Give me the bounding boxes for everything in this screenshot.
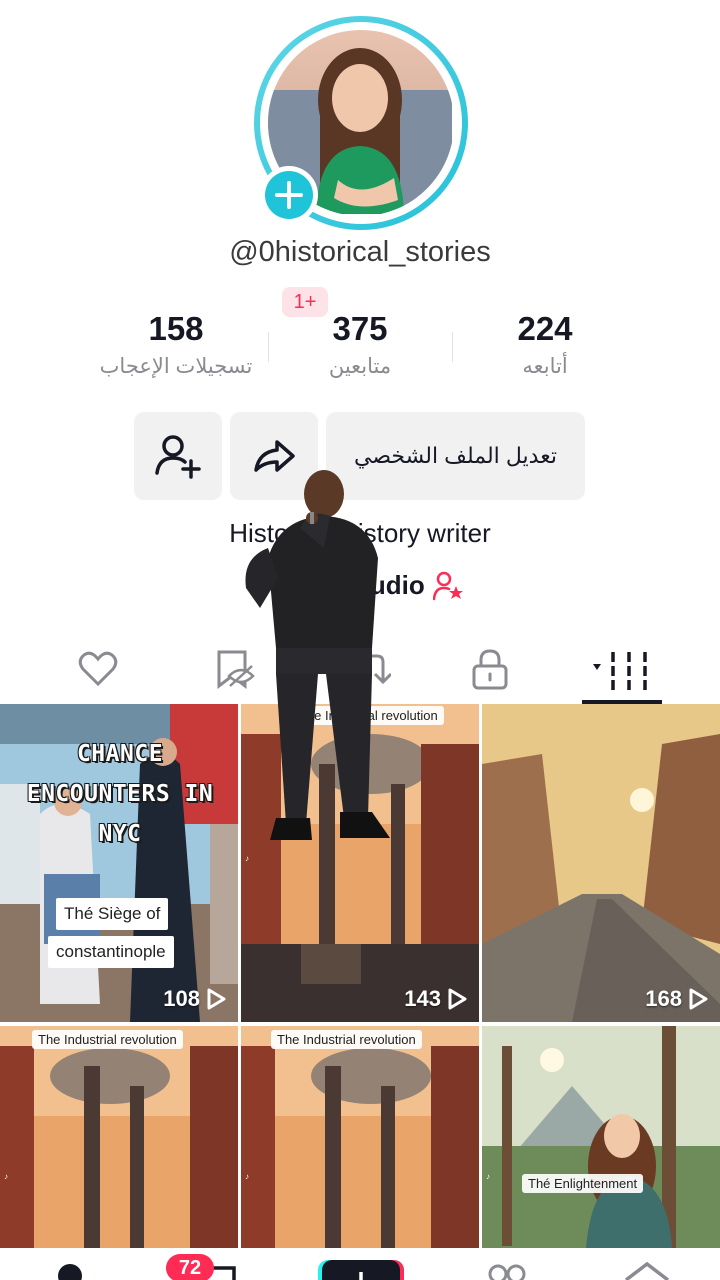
thumbnail-art — [482, 1026, 720, 1248]
video-thumbnail[interactable]: Thé Enlightenment ♪ — [482, 1026, 720, 1280]
tiktok-watermark-icon: ♪ — [486, 1172, 490, 1181]
thumbnail-subtitle-line1: Thé Siège of — [56, 898, 169, 930]
stat-followers-value: 375 — [332, 310, 388, 347]
tab-liked[interactable] — [26, 636, 170, 702]
video-thumbnail[interactable]: 168 — [482, 704, 720, 1022]
tiktok-watermark-icon: ♪ — [4, 1172, 8, 1181]
tab-private[interactable] — [418, 636, 562, 702]
overlay-sticker — [240, 468, 390, 842]
view-count: 143 — [404, 986, 467, 1012]
play-icon — [689, 988, 708, 1010]
stat-following-label: أتابعه — [522, 355, 568, 378]
thumbnail-art — [241, 1026, 479, 1248]
stat-likes[interactable]: 158 تسجيلات الإعجاب — [86, 310, 266, 379]
tiktok-watermark-icon: ♪ — [245, 854, 249, 863]
tiktok-watermark-icon: ♪ — [245, 1172, 249, 1181]
view-count-value: 143 — [404, 986, 441, 1011]
play-icon — [207, 988, 226, 1010]
thumbnail-art — [0, 1026, 238, 1248]
thumbnail-title: CHANCE ENCOUNTERS IN NYC — [26, 741, 214, 847]
heart-icon — [78, 651, 118, 687]
thumbnail-caption-text: The Industrial revolution — [32, 1030, 183, 1049]
view-count-value: 108 — [163, 986, 200, 1011]
plus-icon — [265, 171, 313, 219]
stat-following[interactable]: 224 أتابعه — [480, 310, 610, 379]
profile-username: @0historical_stories — [229, 236, 491, 268]
stat-likes-label: تسجيلات الإعجاب — [99, 355, 253, 378]
friends-icon[interactable] — [484, 1262, 528, 1280]
stat-followers-label: متابعين — [328, 355, 392, 378]
tab-videos[interactable] — [552, 636, 696, 702]
lock-icon — [472, 649, 508, 690]
add-story-button[interactable] — [260, 166, 318, 224]
play-icon — [448, 988, 467, 1010]
video-thumbnail[interactable]: The Industrial revolution ♪ — [0, 1026, 238, 1280]
creator-star-icon — [432, 571, 463, 600]
create-button-icon[interactable] — [316, 1258, 406, 1280]
thumbnail-subtitle-line2: constantinople — [48, 936, 174, 968]
view-count: 108 — [163, 986, 226, 1012]
stat-divider — [268, 332, 269, 362]
edit-profile-label: تعديل الملف الشخصي — [354, 443, 557, 468]
thumbnail-caption-text: The Industrial revolution — [271, 1030, 422, 1049]
stat-divider — [452, 332, 453, 362]
home-icon[interactable] — [50, 1262, 90, 1280]
thumbnail-art — [482, 704, 720, 1022]
view-count-value: 168 — [645, 986, 682, 1011]
thumbnail-caption-text: Thé Enlightenment — [522, 1174, 644, 1193]
inbox-notification-badge: 72 — [166, 1254, 214, 1280]
view-count: 168 — [645, 986, 708, 1012]
stat-likes-value: 158 — [148, 310, 204, 347]
video-thumbnail[interactable]: CHANCE ENCOUNTERS IN NYC Thé Siège of co… — [0, 704, 238, 1022]
add-friends-button[interactable] — [134, 412, 222, 500]
videos-grid-icon — [593, 652, 647, 690]
bottom-navigation — [0, 1248, 720, 1280]
stat-followers[interactable]: 375 متابعين — [300, 310, 420, 379]
profile-home-icon[interactable] — [622, 1260, 672, 1280]
video-thumbnail[interactable]: The Industrial revolution ♪ — [241, 1026, 479, 1280]
add-user-icon — [155, 435, 201, 479]
stat-following-value: 224 — [517, 310, 573, 347]
